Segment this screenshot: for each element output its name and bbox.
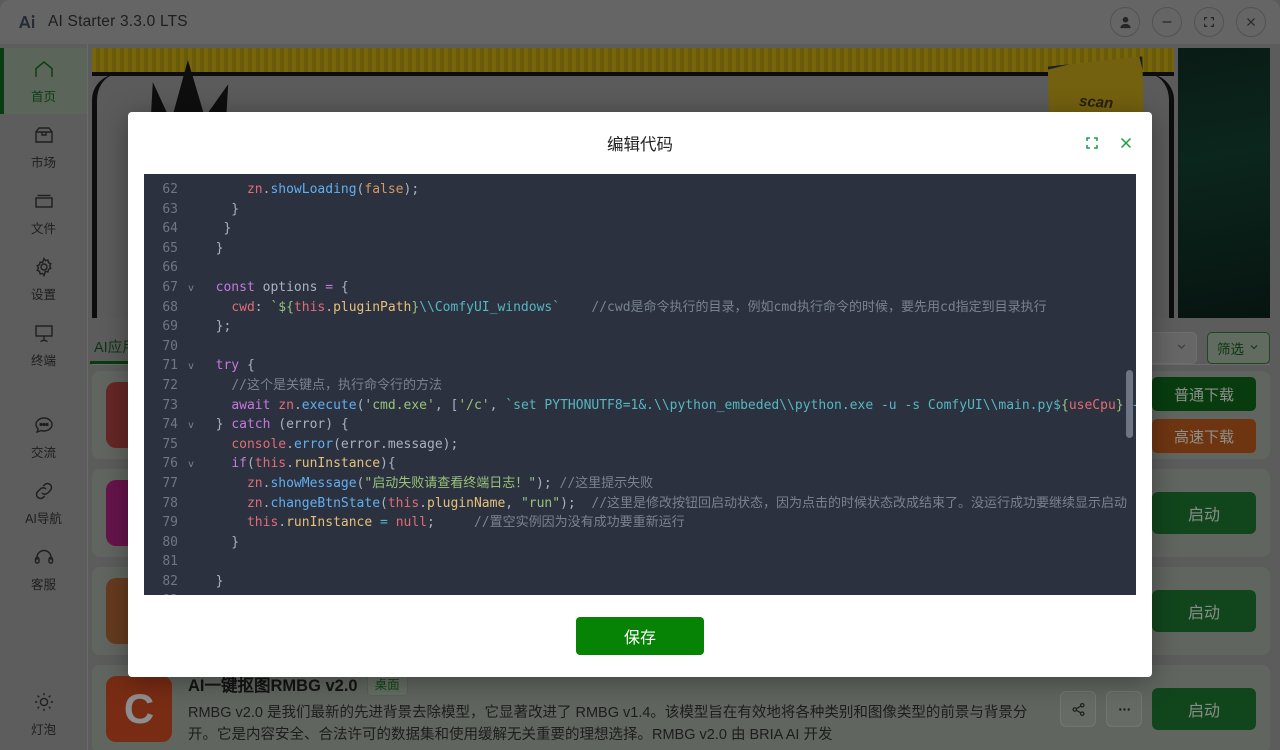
fold-toggle-icon[interactable]: v [184, 454, 198, 476]
line-number: 66 [162, 260, 178, 276]
code-line[interactable]: 83 [144, 591, 1136, 595]
fold-toggle-icon[interactable]: v [184, 278, 198, 300]
code-line[interactable]: 76 v if(this.runInstance){ [144, 454, 1136, 474]
line-number: 78 [162, 495, 178, 511]
app-window: AI Starter 3.3.0 LTS 首页 市场 文件 设置 终端 交流 A… [0, 0, 1280, 750]
code-line[interactable]: 64 } [144, 219, 1136, 239]
line-number: 76 [162, 456, 178, 472]
code-text: } [200, 221, 232, 237]
code-line[interactable]: 74 v } catch (error) { [144, 415, 1136, 435]
code-line[interactable]: 66 [144, 258, 1136, 278]
expand-icon[interactable] [1084, 135, 1100, 151]
code-editor[interactable]: 62 zn.showLoading(false); 63 } 64 } 65 } 66 6… [144, 174, 1136, 595]
code-text: console.error(error.message); [231, 436, 459, 452]
dialog-header: 编辑代码 [128, 112, 1152, 174]
code-line[interactable]: 69 }; [144, 317, 1136, 337]
line-number: 79 [162, 515, 178, 531]
dialog-header-actions [1084, 135, 1134, 151]
close-icon[interactable] [1118, 135, 1134, 151]
line-number: 72 [162, 377, 178, 393]
code-text: await zn.execute('cmd.exe', ['/c', `set … [231, 397, 1136, 413]
code-line[interactable]: 77 zn.showMessage("启动失败请查看终端日志！"); //这里提… [144, 474, 1136, 494]
page-title: 编辑代码 [607, 136, 673, 154]
line-number: 70 [162, 338, 178, 354]
code-text: } [200, 201, 240, 217]
line-number: 64 [162, 221, 178, 237]
line-number: 80 [162, 534, 178, 550]
code-lines[interactable]: 62 zn.showLoading(false); 63 } 64 } 65 } 66 6… [144, 174, 1136, 595]
code-line[interactable]: 75 console.error(error.message); [144, 435, 1136, 455]
line-number: 73 [162, 397, 178, 413]
vertical-scrollbar[interactable] [1126, 370, 1133, 438]
fold-toggle-icon[interactable]: v [184, 415, 198, 437]
code-line[interactable]: 81 [144, 552, 1136, 572]
line-number: 62 [162, 182, 178, 197]
code-text: try { [215, 358, 255, 374]
save-button[interactable]: 保存 [576, 617, 704, 655]
line-number: 69 [162, 319, 178, 335]
code-line[interactable]: 82 } [144, 572, 1136, 592]
code-line[interactable]: 63 } [144, 200, 1136, 220]
line-number: 74 [162, 417, 178, 433]
code-text: this.runInstance = null; //置空实例因为没有成功要重新… [246, 515, 685, 531]
edit-code-dialog: 编辑代码 62 zn.showLoading(false); 63 } 64 } 65… [128, 112, 1152, 677]
code-line[interactable]: 68 cwd: `${this.pluginPath}\\ComfyUI_win… [144, 298, 1136, 318]
code-line[interactable]: 65 } [144, 239, 1136, 259]
line-number: 77 [162, 475, 178, 491]
code-line[interactable]: 67 v const options = { [144, 278, 1136, 298]
line-number: 71 [162, 358, 178, 374]
code-line[interactable]: 72 //这个是关键点，执行命令行的方法 [144, 376, 1136, 396]
line-number: 68 [162, 299, 178, 315]
line-number: 81 [162, 554, 178, 570]
code-line[interactable]: 78 zn.changeBtnState(this.pluginName, "r… [144, 494, 1136, 514]
code-text: const options = { [215, 279, 349, 295]
code-text: } [200, 534, 240, 550]
code-text: } [200, 240, 224, 256]
code-line[interactable]: 70 [144, 337, 1136, 357]
code-line[interactable]: 80 } [144, 533, 1136, 553]
code-line[interactable]: 79 this.runInstance = null; //置空实例因为没有成功… [144, 513, 1136, 533]
line-number: 67 [162, 279, 178, 295]
fold-toggle-icon[interactable]: v [184, 356, 198, 378]
line-number: 63 [162, 201, 178, 217]
code-text: //这个是关键点，执行命令行的方法 [231, 377, 442, 393]
code-text: zn.showMessage("启动失败请查看终端日志！"); //这里提示失败 [246, 475, 654, 491]
line-number: 83 [144, 591, 184, 595]
code-text: }; [200, 319, 232, 335]
line-number: 75 [162, 436, 178, 452]
code-line[interactable]: 71 v try { [144, 356, 1136, 376]
code-line[interactable]: 73 await zn.execute('cmd.exe', ['/c', `s… [144, 396, 1136, 416]
code-text: zn.showLoading(false); [246, 182, 420, 197]
code-text: if(this.runInstance){ [231, 456, 396, 472]
code-line[interactable]: 62 zn.showLoading(false); [144, 180, 1136, 200]
code-text: zn.changeBtnState(this.pluginName, "run"… [246, 495, 1128, 511]
dialog-footer: 保存 [128, 595, 1152, 677]
code-text: } [200, 573, 224, 589]
code-text: cwd: `${this.pluginPath}\\ComfyUI_window… [231, 299, 1047, 315]
line-number: 82 [162, 573, 178, 589]
line-number: 65 [162, 240, 178, 256]
code-text: } catch (error) { [200, 417, 349, 433]
